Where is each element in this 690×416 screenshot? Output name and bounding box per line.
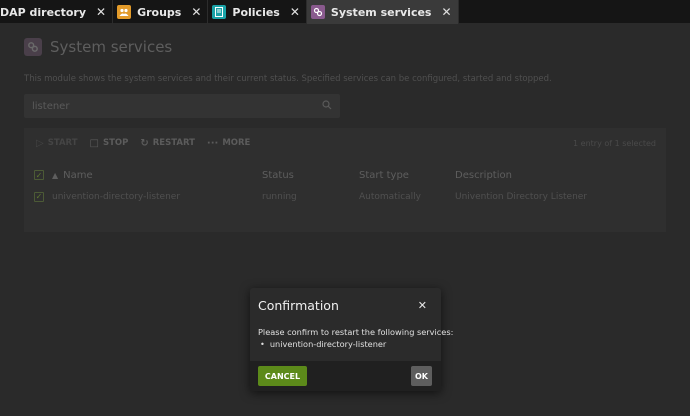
module-description: This module shows the system services an… (24, 74, 552, 84)
column-header-name[interactable]: ▲ Name (52, 170, 262, 181)
tab-label: DAP directory (0, 5, 86, 19)
tab-system-services[interactable]: System services ✕ (306, 0, 459, 24)
column-header-start-type[interactable]: Start type (359, 170, 455, 181)
close-icon[interactable]: ✕ (191, 5, 201, 19)
more-icon: ··· (206, 137, 219, 149)
row-checkbox[interactable]: ✓ (34, 191, 44, 202)
stop-button[interactable]: □ STOP (90, 138, 129, 149)
tab-directory[interactable]: DAP directory ✕ (0, 0, 114, 24)
tab-label: Groups (137, 5, 182, 19)
column-header-description[interactable]: Description (455, 170, 666, 181)
table-row[interactable]: ✓ univention-directory-listener running … (24, 186, 666, 208)
selection-status: 1 entry of 1 selected (573, 138, 656, 148)
services-grid: ▷ START □ STOP ↻ RESTART ··· MORE 1 entr… (24, 128, 666, 232)
search-value: listener (32, 100, 70, 112)
close-icon[interactable]: ✕ (290, 5, 300, 19)
search-input[interactable]: listener (24, 94, 340, 118)
tab-policies[interactable]: Policies ✕ (208, 0, 307, 24)
policies-icon (212, 5, 227, 19)
tab-label: Policies (232, 5, 280, 19)
start-button[interactable]: ▷ START (36, 138, 78, 149)
sort-ascending-icon: ▲ (52, 170, 59, 180)
restart-icon: ↻ (140, 137, 149, 149)
list-item: univention-directory-listener (260, 339, 386, 349)
ok-button[interactable]: OK (411, 366, 432, 386)
grid-toolbar: ▷ START □ STOP ↻ RESTART ··· MORE 1 entr… (24, 128, 666, 158)
cancel-button[interactable]: CANCEL (258, 366, 307, 386)
services-icon (310, 5, 325, 19)
cell-start-type: Automatically (359, 192, 421, 202)
page-title: System services (50, 38, 173, 56)
cell-description: Univention Directory Listener (455, 192, 588, 202)
module-header: System services (24, 38, 172, 56)
cell-name: univention-directory-listener (52, 192, 181, 202)
dialog-title: Confirmation (258, 298, 339, 313)
column-header-status[interactable]: Status (262, 170, 359, 181)
tab-label: System services (330, 5, 432, 19)
play-icon: ▷ (36, 137, 44, 149)
close-icon[interactable]: ✕ (418, 299, 427, 312)
stop-icon: □ (89, 137, 99, 149)
close-icon[interactable]: ✕ (96, 5, 106, 19)
tab-groups[interactable]: Groups ✕ (113, 0, 209, 24)
select-all-checkbox[interactable]: ✓ (34, 170, 44, 180)
dialog-message: Please confirm to restart the following … (258, 327, 454, 337)
groups-icon (117, 5, 132, 19)
search-icon[interactable] (322, 99, 332, 113)
table-header: ✓ ▲ Name Status Start type Description (24, 162, 666, 188)
services-icon (24, 38, 42, 56)
confirmation-dialog: Confirmation ✕ Please confirm to restart… (250, 288, 453, 391)
more-button[interactable]: ··· MORE (207, 138, 250, 149)
restart-button[interactable]: ↻ RESTART (140, 138, 195, 149)
dialog-service-list: univention-directory-listener (260, 339, 386, 349)
dialog-footer: CANCEL OK (250, 361, 441, 391)
close-icon[interactable]: ✕ (441, 5, 451, 19)
cell-status: running (262, 192, 297, 202)
tab-bar: DAP directory ✕ Groups ✕ Policies ✕ Syst… (0, 0, 690, 24)
